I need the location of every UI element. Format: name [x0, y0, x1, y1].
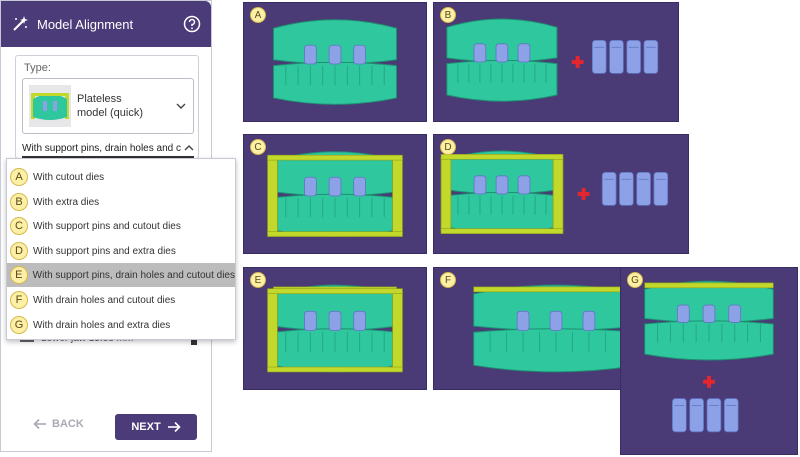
extra-die	[643, 39, 659, 74]
model-scene	[440, 150, 669, 234]
option-letter-badge: A	[10, 168, 28, 186]
tile-letter-badge: C	[250, 139, 266, 155]
dental-model	[267, 151, 403, 237]
subtype-select[interactable]: With support pins, drain holes and c	[22, 140, 194, 158]
model-type-select[interactable]: Plateless model (quick)	[22, 78, 194, 134]
option-label: With support pins and extra dies	[33, 245, 176, 257]
dental-model	[446, 18, 558, 102]
example-image-b: B	[433, 2, 679, 122]
extra-die	[619, 171, 634, 206]
magic-wand-icon	[13, 16, 28, 31]
model-scene	[267, 284, 403, 373]
model-scene	[644, 280, 774, 433]
option-label: With support pins and cutout dies	[33, 220, 181, 232]
dropdown-option[interactable]: C With support pins and cutout dies	[7, 214, 235, 238]
example-image-e: E	[243, 267, 427, 390]
tile-letter-badge: G	[627, 272, 643, 288]
dropdown-option[interactable]: D With support pins and extra dies	[7, 239, 235, 263]
model-type-line1: Plateless	[77, 93, 122, 105]
tile-letter-badge: A	[250, 7, 266, 23]
model-type-line2: model (quick)	[77, 107, 144, 119]
option-letter-badge: E	[10, 266, 28, 284]
dropdown-option[interactable]: G With drain holes and extra dies	[7, 313, 235, 337]
extra-die	[723, 398, 739, 433]
example-image-c: C	[243, 134, 427, 254]
option-label: With cutout dies	[33, 171, 105, 183]
dental-model	[473, 284, 639, 373]
extra-die	[672, 398, 687, 433]
dropdown-option[interactable]: F With drain holes and cutout dies	[7, 288, 235, 312]
illustration-area: A B C D E F G	[238, 0, 800, 457]
extra-die	[601, 171, 617, 206]
example-image-d: D	[433, 134, 689, 254]
back-label: BACK	[52, 418, 84, 430]
extra-die	[689, 398, 704, 433]
dental-model	[440, 150, 564, 234]
example-image-a: A	[243, 2, 427, 122]
option-label: With drain holes and extra dies	[33, 319, 171, 331]
tile-letter-badge: B	[440, 7, 456, 23]
next-button[interactable]: NEXT	[115, 414, 197, 440]
dental-model	[644, 280, 774, 361]
dental-model	[272, 19, 398, 105]
subtype-value: With support pins, drain holes and c	[22, 142, 181, 154]
plus-icon	[707, 375, 711, 388]
back-button[interactable]: BACK	[33, 418, 84, 430]
next-label: NEXT	[131, 421, 161, 433]
option-letter-badge: B	[10, 193, 28, 211]
tile-letter-badge: E	[250, 272, 266, 288]
model-scene	[272, 19, 398, 105]
extra-die	[626, 39, 641, 74]
dropdown-option[interactable]: B With extra dies	[7, 190, 235, 214]
model-scene	[267, 151, 403, 237]
option-letter-badge: D	[10, 242, 28, 260]
arrow-left-icon	[33, 418, 46, 430]
option-label: With extra dies	[33, 196, 100, 208]
chevron-up-icon[interactable]	[184, 143, 194, 153]
extra-die	[653, 171, 669, 206]
option-label: With support pins, drain holes and cutou…	[32, 269, 235, 281]
type-label: Type:	[24, 62, 51, 74]
model-type-text: Plateless model (quick)	[77, 92, 176, 120]
option-letter-badge: F	[10, 291, 28, 309]
example-image-g: G	[620, 267, 798, 455]
tile-letter-badge: D	[440, 139, 456, 155]
plus-icon	[581, 188, 586, 200]
panel-title: Model Alignment	[37, 16, 134, 32]
dental-model	[267, 284, 403, 373]
tile-letter-badge: F	[440, 272, 456, 288]
model-scene	[446, 18, 659, 102]
chevron-down-icon[interactable]	[176, 101, 186, 111]
arrow-right-icon	[167, 421, 181, 433]
help-icon[interactable]	[183, 15, 201, 33]
dropdown-option[interactable]: E With support pins, drain holes and cuto…	[7, 263, 235, 287]
panel-header: Model Alignment	[1, 1, 211, 47]
dropdown-option[interactable]: A With cutout dies	[7, 165, 235, 189]
type-field: Type: Plateless model (quick) With suppo…	[15, 55, 199, 159]
option-letter-badge: G	[10, 316, 28, 334]
option-letter-badge: C	[10, 217, 28, 235]
model-thumbnail	[29, 85, 71, 127]
extra-die	[609, 39, 624, 74]
extra-die	[636, 171, 651, 206]
option-label: With drain holes and cutout dies	[33, 294, 176, 306]
subtype-dropdown-menu: A With cutout dies B With extra dies C With s…	[6, 158, 236, 340]
plus-icon	[575, 56, 580, 68]
extra-die	[706, 398, 722, 433]
extra-die	[591, 39, 607, 74]
